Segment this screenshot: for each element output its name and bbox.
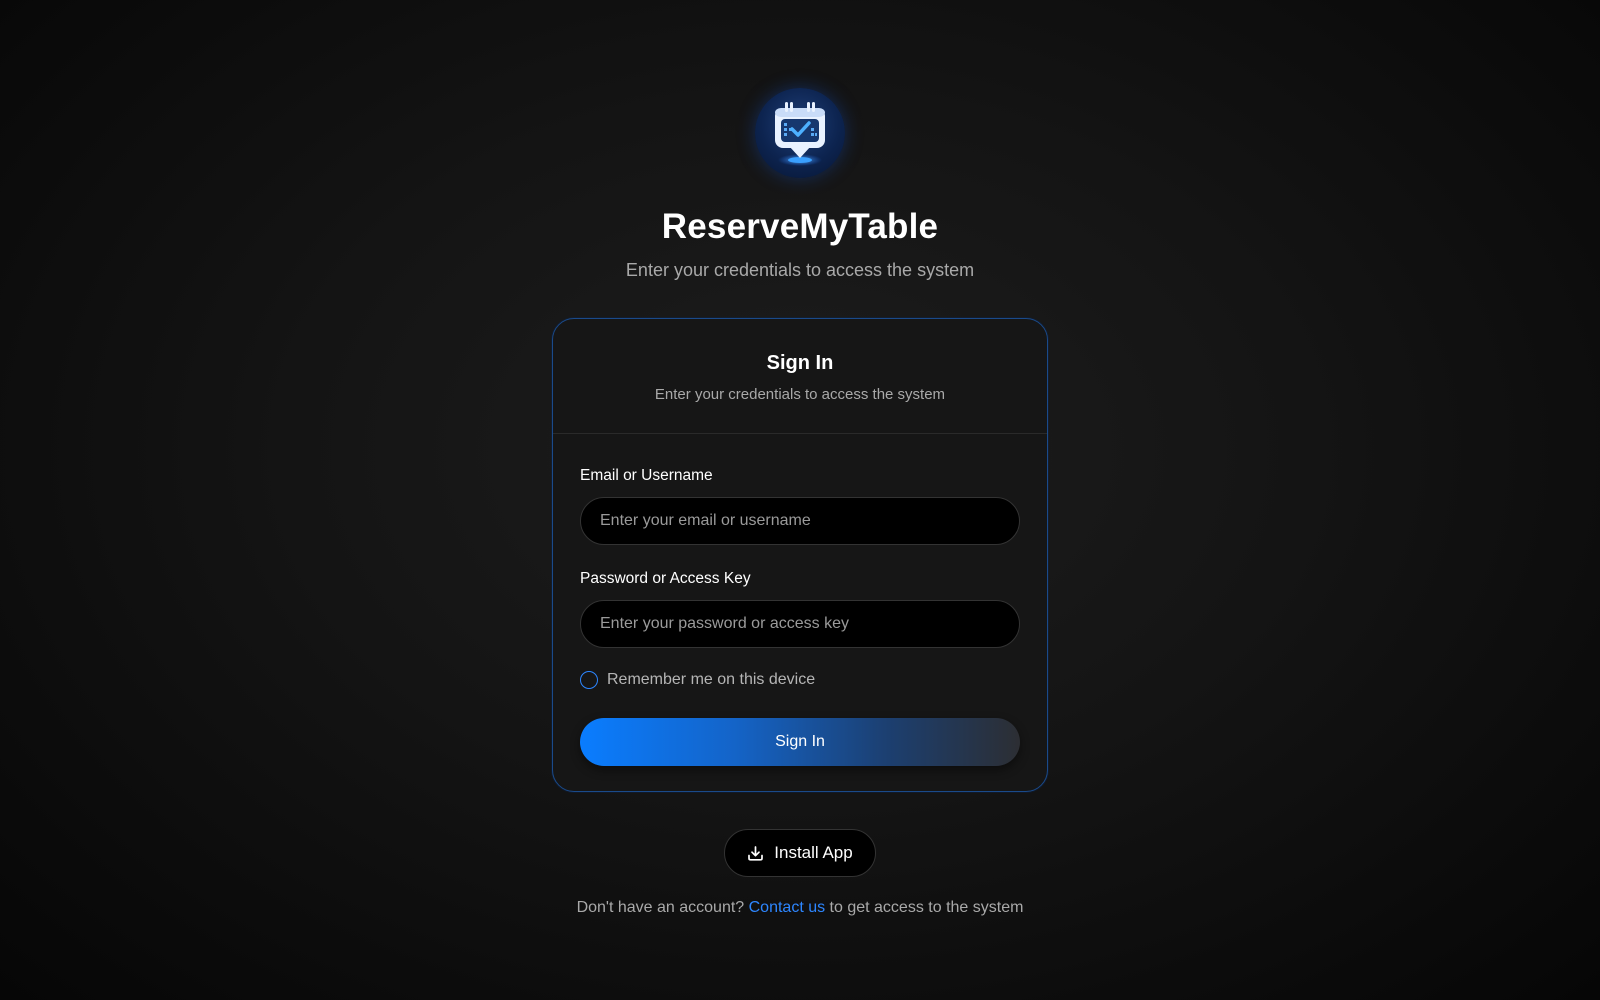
- calendar-check-pin-icon: [775, 102, 825, 166]
- install-app-label: Install App: [774, 843, 853, 862]
- signup-prompt-prefix: Don't have an account?: [576, 899, 749, 916]
- card-header: Sign In Enter your credentials to access…: [553, 319, 1047, 434]
- contact-us-link[interactable]: Contact us: [749, 899, 825, 916]
- signup-prompt-suffix: to get access to the system: [825, 899, 1024, 916]
- email-label: Email or Username: [580, 467, 713, 484]
- password-input[interactable]: [580, 600, 1020, 648]
- remember-me-checkbox[interactable]: [580, 671, 598, 689]
- download-icon: [747, 845, 764, 862]
- login-page: ReserveMyTable Enter your credentials to…: [0, 0, 1600, 1000]
- sign-in-button[interactable]: Sign In: [580, 718, 1020, 766]
- card-title: Sign In: [766, 352, 834, 374]
- remember-me-row[interactable]: Remember me on this device: [580, 669, 1020, 691]
- remember-me-label[interactable]: Remember me on this device: [607, 671, 815, 689]
- card-subtitle: Enter your credentials to access the sys…: [654, 386, 946, 403]
- install-app-button[interactable]: Install App: [724, 829, 876, 877]
- email-input[interactable]: [580, 497, 1020, 545]
- card-body: Email or Username Password or Access Key…: [553, 466, 1047, 766]
- signup-prompt: Don't have an account? Contact us to get…: [577, 897, 1024, 919]
- app-logo: [755, 88, 845, 178]
- sign-in-card: Sign In Enter your credentials to access…: [552, 318, 1048, 792]
- app-title: ReserveMyTable: [661, 207, 939, 246]
- app-subtitle: Enter your credentials to access the sys…: [625, 260, 975, 280]
- password-label: Password or Access Key: [580, 570, 751, 587]
